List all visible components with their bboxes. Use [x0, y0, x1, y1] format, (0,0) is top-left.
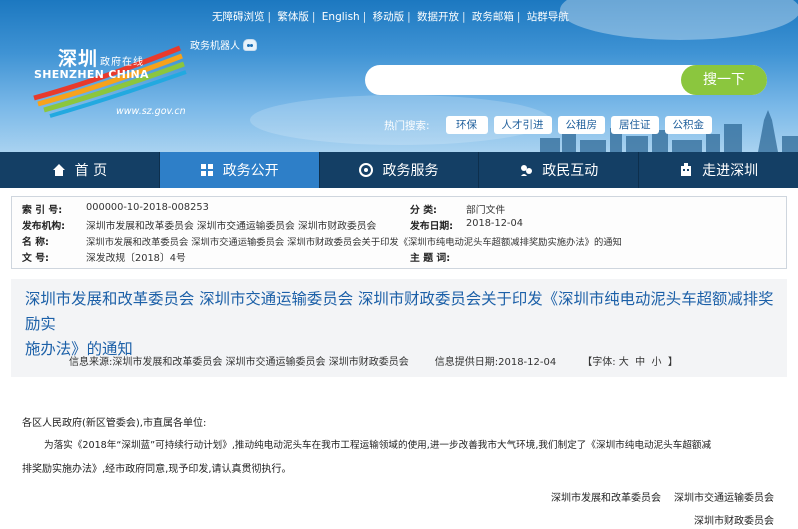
- gov-robot-link[interactable]: 政务机器人: [190, 37, 257, 52]
- hot-tag-talent[interactable]: 人才引进: [493, 116, 552, 134]
- nav-item-interaction[interactable]: 政民互动: [479, 152, 640, 188]
- info-value: 深发改规〔2018〕4号: [86, 253, 186, 264]
- nav-item-home[interactable]: 首 页: [0, 152, 160, 188]
- hot-tag-housing-fund[interactable]: 公积金: [664, 116, 713, 134]
- info-row: 文 号: 深发改规〔2018〕4号 主 题 词:: [12, 250, 788, 266]
- signature-transport: 深圳市交通运输委员会: [674, 493, 774, 504]
- site-logo[interactable]: 深圳 政府在线 SHENZHEN CHINA www.sz.gov.cn: [30, 40, 190, 120]
- info-value: 2018-12-04: [466, 218, 523, 229]
- info-row: 名 称: 深圳市发展和改革委员会 深圳市交通运输委员会 深圳市财政委员会关于印发…: [12, 234, 788, 250]
- font-size-control: 【字体: 大 中 小 】: [582, 357, 678, 368]
- hot-search-bar: 热门搜索: 环保 人才引进 公租房 居住证 公积金: [384, 116, 713, 134]
- document-info-table: 索 引 号: 000000-10-2018-008253 分 类: 部门文件 发…: [11, 196, 787, 269]
- hot-tag-residence-permit[interactable]: 居住证: [611, 116, 659, 134]
- chat-icon: [521, 165, 533, 176]
- info-key: 发布机构:: [22, 221, 66, 232]
- body-paragraph-line: 为落实《2018年“深圳蓝”可持续行动计划》,推动纯电动泥头车在我市工程运输领域…: [44, 440, 712, 451]
- info-row: 发布机构: 深圳市发展和改革委员会 深圳市交通运输委员会 深圳市财政委员会 发布…: [12, 218, 788, 234]
- info-value: 部门文件: [466, 205, 506, 216]
- info-value: 深圳市发展和改革委员会 深圳市交通运输委员会 深圳市财政委员会: [86, 221, 377, 232]
- logo-chinese-name: 深圳 政府在线: [58, 48, 145, 70]
- nav-item-label: 走进深圳: [702, 163, 759, 179]
- info-row: 索 引 号: 000000-10-2018-008253 分 类: 部门文件: [12, 202, 788, 218]
- nav-item-label: 政务服务: [382, 163, 439, 179]
- body-paragraph-line: 排奖励实施办法》,经市政府同意,现予印发,请认真贯彻执行。: [22, 464, 292, 475]
- info-provided-date: 信息提供日期:2018-12-04: [434, 357, 557, 368]
- building-icon: [681, 163, 692, 176]
- service-icon: [359, 163, 374, 177]
- info-key: 主 题 词:: [410, 253, 451, 264]
- main-nav: 首 页 政务公开 政务服务 政民互动 走进深圳: [0, 152, 798, 188]
- nav-item-gov-affairs[interactable]: 政务公开: [159, 152, 320, 188]
- top-link-site-nav[interactable]: 站群导航: [527, 11, 569, 23]
- logo-url: www.sz.gov.cn: [116, 106, 186, 117]
- info-key: 索 引 号:: [22, 205, 63, 216]
- article-title: 深圳市发展和改革委员会 深圳市交通运输委员会 深圳市财政委员会关于印发《深圳市纯…: [25, 287, 777, 362]
- grid-icon: [200, 164, 213, 176]
- top-links-bar: 无障碍浏览 | 繁体版 | English | 移动版 | 数据开放 | 政务邮箱 | 站群…: [212, 11, 569, 23]
- top-link-mobile[interactable]: 移动版: [373, 11, 405, 23]
- font-size-medium[interactable]: 中: [635, 357, 645, 368]
- site-header: 无障碍浏览 | 繁体版 | English | 移动版 | 数据开放 | 政务邮箱 | 站群…: [0, 0, 798, 152]
- cloud-decoration: [560, 0, 798, 40]
- hot-tag-public-rental[interactable]: 公租房: [557, 116, 606, 134]
- logo-english-name: SHENZHEN CHINA: [34, 68, 149, 81]
- top-link-gov-mail[interactable]: 政务邮箱: [472, 11, 514, 23]
- info-key: 分 类:: [410, 205, 437, 216]
- info-value: 深圳市发展和改革委员会 深圳市交通运输委员会 深圳市财政委员会关于印发《深圳市纯…: [86, 237, 622, 248]
- body-greeting: 各区人民政府(新区管委会),市直属各单位:: [22, 418, 207, 429]
- nav-item-label: 首 页: [74, 163, 108, 179]
- gov-robot-label: 政务机器人: [190, 41, 240, 52]
- signature-ndrc: 深圳市发展和改革委员会: [551, 493, 661, 504]
- search-input[interactable]: [379, 71, 669, 89]
- article-title-line: 深圳市发展和改革委员会 深圳市交通运输委员会 深圳市财政委员会关于印发《深圳市纯…: [25, 290, 774, 333]
- nav-item-gov-service[interactable]: 政务服务: [320, 152, 480, 188]
- info-key: 名 称:: [22, 237, 49, 248]
- info-source: 信息来源:深圳市发展和改革委员会 深圳市交通运输委员会 深圳市财政委员会: [69, 357, 409, 368]
- nav-item-label: 政民互动: [542, 163, 599, 179]
- article-title-block: 深圳市发展和改革委员会 深圳市交通运输委员会 深圳市财政委员会关于印发《深圳市纯…: [11, 279, 787, 377]
- home-icon: [52, 164, 65, 176]
- nav-item-label: 政务公开: [222, 163, 279, 179]
- top-link-traditional[interactable]: 繁体版: [277, 11, 309, 23]
- top-link-open-data[interactable]: 数据开放: [417, 11, 459, 23]
- article-meta: 信息来源:深圳市发展和改革委员会 深圳市交通运输委员会 深圳市财政委员会 信息提…: [69, 353, 678, 368]
- hot-search-label: 热门搜索:: [384, 119, 430, 132]
- search-box: 搜一下: [365, 65, 767, 95]
- hot-tag-environment[interactable]: 环保: [445, 116, 488, 134]
- robot-icon: [243, 38, 257, 51]
- font-size-large[interactable]: 大: [619, 357, 629, 368]
- info-key: 文 号:: [22, 253, 49, 264]
- top-link-accessible[interactable]: 无障碍浏览: [212, 11, 265, 23]
- font-size-small[interactable]: 小: [652, 357, 662, 368]
- info-key: 发布日期:: [410, 221, 454, 232]
- search-button[interactable]: 搜一下: [681, 65, 767, 95]
- top-link-english[interactable]: English: [322, 11, 360, 23]
- info-value: 000000-10-2018-008253: [86, 202, 209, 213]
- nav-item-about-shenzhen[interactable]: 走进深圳: [639, 152, 798, 188]
- signature-finance: 深圳市财政委员会: [694, 516, 774, 527]
